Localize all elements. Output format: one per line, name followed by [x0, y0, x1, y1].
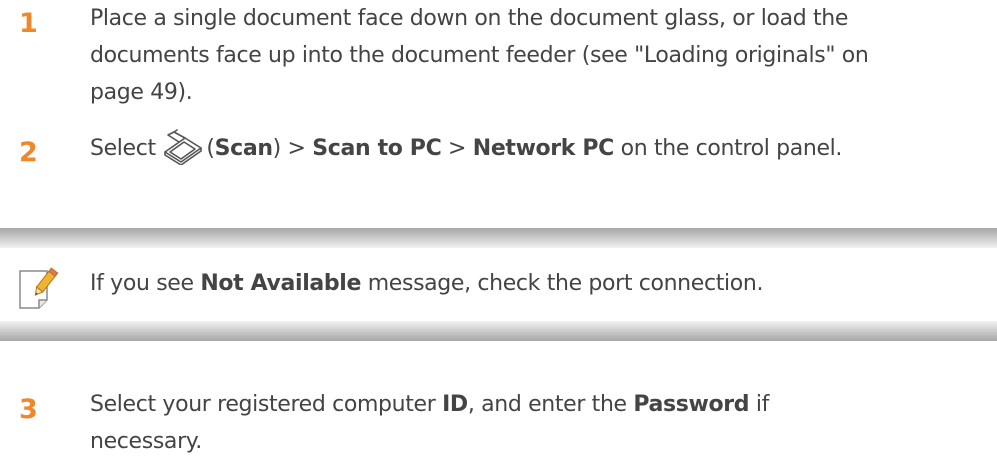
- note-pencil-icon: [19, 267, 59, 309]
- text-paren-open: (: [206, 136, 215, 161]
- text-tail: if: [749, 392, 770, 417]
- field-id: ID: [442, 392, 468, 417]
- step-2: 2 Select (Scan) > Scan to PC > Network P…: [0, 126, 997, 174]
- step-text: Select (Scan) > Scan to PC > Network PC …: [90, 129, 990, 167]
- note-status-message: Not Available: [200, 271, 362, 296]
- text-tail: on the control panel.: [613, 136, 843, 161]
- text-separator: >: [441, 136, 473, 161]
- note-text: If you see Not Available message, check …: [90, 265, 763, 302]
- step-number: 1: [19, 8, 38, 39]
- note-suffix: message, check the port connection.: [361, 271, 764, 296]
- note-top-bar: [0, 228, 997, 248]
- menu-network-pc: Network PC: [472, 136, 615, 161]
- step-text-line: Place a single document face down on the…: [90, 6, 849, 31]
- step-text-line: page 49).: [90, 80, 193, 105]
- note-bottom-bar: [0, 321, 997, 341]
- step-text: Place a single document face down on the…: [90, 0, 990, 111]
- scan-icon: [164, 129, 203, 165]
- text-select: Select your registered computer: [90, 392, 443, 417]
- field-password: Password: [633, 392, 750, 417]
- note-box: If you see Not Available message, check …: [0, 228, 997, 341]
- step-text-line: necessary.: [90, 429, 202, 454]
- text-separator: ) >: [272, 136, 313, 161]
- menu-scan: Scan: [214, 136, 273, 161]
- step-text: Select your registered computer ID, and …: [90, 386, 990, 460]
- step-text-line: Select your registered computer ID, and …: [90, 386, 990, 423]
- step-1: 1 Place a single document face down on t…: [0, 0, 997, 125]
- step-number: 2: [19, 137, 38, 168]
- note-prefix: If you see: [90, 271, 201, 296]
- step-3: 3 Select your registered computer ID, an…: [0, 385, 997, 463]
- text-select: Select: [90, 136, 163, 161]
- text-mid: , and enter the: [467, 392, 634, 417]
- menu-scan-to-pc: Scan to PC: [312, 136, 442, 161]
- step-number: 3: [19, 394, 38, 425]
- step-text-line: documents face up into the document feed…: [90, 43, 869, 68]
